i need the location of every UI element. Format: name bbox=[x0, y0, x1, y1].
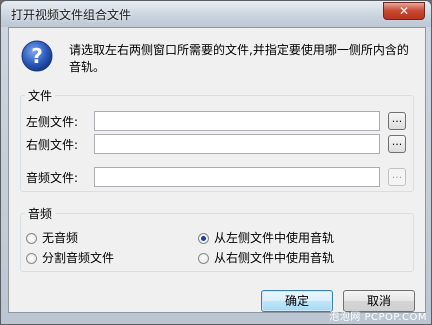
files-group: 文件 左侧文件: ... 右侧文件: ... 音频文件: ... bbox=[20, 87, 414, 192]
right-file-label: 右侧文件: bbox=[26, 138, 79, 152]
dialog-window: 打开视频文件组合文件 ✕ ? 请选取左右两侧窗口所需要的文件,并指定要使用哪一侧… bbox=[0, 0, 432, 325]
radio-no-audio[interactable]: 无音频 bbox=[26, 229, 78, 246]
right-file-input[interactable] bbox=[94, 134, 380, 154]
audio-file-input[interactable] bbox=[94, 167, 380, 187]
left-file-browse-button[interactable]: ... bbox=[388, 112, 406, 130]
files-group-label: 文件 bbox=[25, 87, 56, 104]
watermark: 泡泡网 PCPOP.COM bbox=[329, 312, 427, 323]
radio-split-audio[interactable]: 分割音频文件 bbox=[26, 249, 114, 266]
radio-button[interactable] bbox=[198, 253, 209, 264]
title-bar: 打开视频文件组合文件 ✕ bbox=[1, 1, 431, 27]
left-file-label: 左侧文件: bbox=[26, 115, 79, 129]
audio-group-label: 音频 bbox=[25, 205, 56, 222]
close-icon: ✕ bbox=[398, 4, 410, 18]
close-button[interactable]: ✕ bbox=[383, 2, 425, 20]
radio-left-audio[interactable]: 从左侧文件中使用音轨 bbox=[198, 229, 334, 246]
radio-button[interactable] bbox=[198, 233, 209, 244]
radio-label: 从左侧文件中使用音轨 bbox=[214, 231, 335, 245]
audio-file-browse-button: ... bbox=[388, 168, 406, 186]
audio-file-label: 音频文件: bbox=[26, 171, 79, 185]
question-icon: ? bbox=[21, 40, 53, 72]
audio-group: 音频 无音频 分割音频文件 从左侧文件中使用音轨 从右侧文件中使用音轨 bbox=[20, 205, 414, 272]
left-file-input[interactable] bbox=[94, 111, 380, 131]
ok-button[interactable]: 确定 bbox=[261, 290, 333, 312]
radio-button[interactable] bbox=[26, 253, 37, 264]
radio-right-audio[interactable]: 从右侧文件中使用音轨 bbox=[198, 249, 334, 266]
radio-label: 从右侧文件中使用音轨 bbox=[214, 251, 335, 265]
radio-button[interactable] bbox=[26, 233, 37, 244]
dialog-client-area: ? 请选取左右两侧窗口所需要的文件,并指定要使用哪一侧所内含的音轨。 文件 左侧… bbox=[8, 27, 426, 313]
right-file-browse-button[interactable]: ... bbox=[388, 135, 406, 153]
radio-label: 分割音频文件 bbox=[42, 251, 115, 265]
radio-label: 无音频 bbox=[42, 231, 79, 245]
instruction-message: 请选取左右两侧窗口所需要的文件,并指定要使用哪一侧所内含的音轨。 bbox=[69, 43, 409, 74]
svg-text:?: ? bbox=[31, 44, 43, 68]
window-title: 打开视频文件组合文件 bbox=[11, 8, 132, 22]
